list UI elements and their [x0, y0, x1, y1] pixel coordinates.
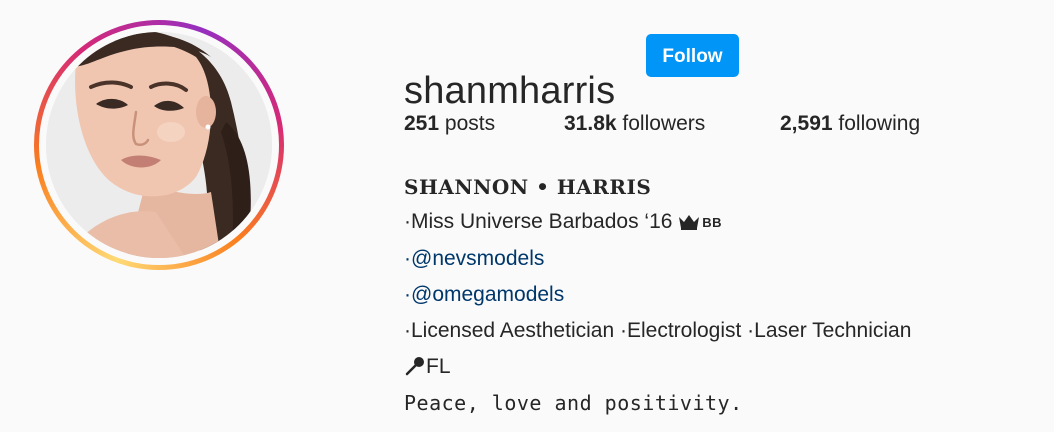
following-count: 2,591	[780, 112, 833, 135]
mention-nevsmodels[interactable]: ·@nevsmodels	[404, 247, 544, 270]
stat-following[interactable]: 2,591 following	[780, 110, 920, 138]
bio-line-location: FL	[404, 349, 1044, 385]
posts-count: 251	[404, 112, 440, 135]
bio-line-agency-1: ·@nevsmodels	[404, 241, 1044, 277]
bio-line-agency-2: ·@omegamodels	[404, 277, 1044, 313]
bio-line-motto: Peace, love and positivity.	[404, 391, 743, 415]
mention-text: @omegamodels	[411, 283, 565, 306]
full-name: SHANNON • HARRIS	[404, 175, 652, 199]
avatar[interactable]	[46, 32, 272, 258]
mention-omegamodels[interactable]: ·@omegamodels	[404, 283, 564, 306]
stat-followers[interactable]: 31.8k followers	[564, 110, 705, 138]
bio: SHANNON • HARRIS ·Miss Universe Barbados…	[404, 170, 1044, 421]
following-label: following	[838, 112, 921, 135]
bio-line-title: ·Miss Universe Barbados ‘16 BB	[404, 204, 1044, 241]
followers-label: followers	[622, 112, 706, 135]
followers-count: 31.8k	[564, 112, 617, 135]
stat-posts: 251 posts	[404, 110, 495, 138]
posts-label: posts	[444, 112, 496, 135]
story-ring[interactable]	[34, 20, 284, 270]
bio-title-text: ·Miss Universe Barbados ‘16	[404, 210, 673, 233]
pin-icon	[405, 357, 424, 376]
bullet: ·	[404, 283, 411, 306]
avatar-photo	[46, 32, 272, 258]
bio-line-profession: ·Licensed Aesthetician ·Electrologist ·L…	[404, 319, 912, 342]
follow-button[interactable]: Follow	[646, 34, 739, 77]
location-text: FL	[426, 355, 451, 378]
username: shanmharris	[404, 69, 616, 112]
flag-bb-badge: BB	[702, 215, 723, 230]
crown-icon	[679, 215, 700, 230]
mention-text: @nevsmodels	[411, 247, 545, 270]
profile-page: shanmharris Follow 251 posts 31.8k follo…	[0, 0, 1054, 432]
bullet: ·	[404, 247, 411, 270]
